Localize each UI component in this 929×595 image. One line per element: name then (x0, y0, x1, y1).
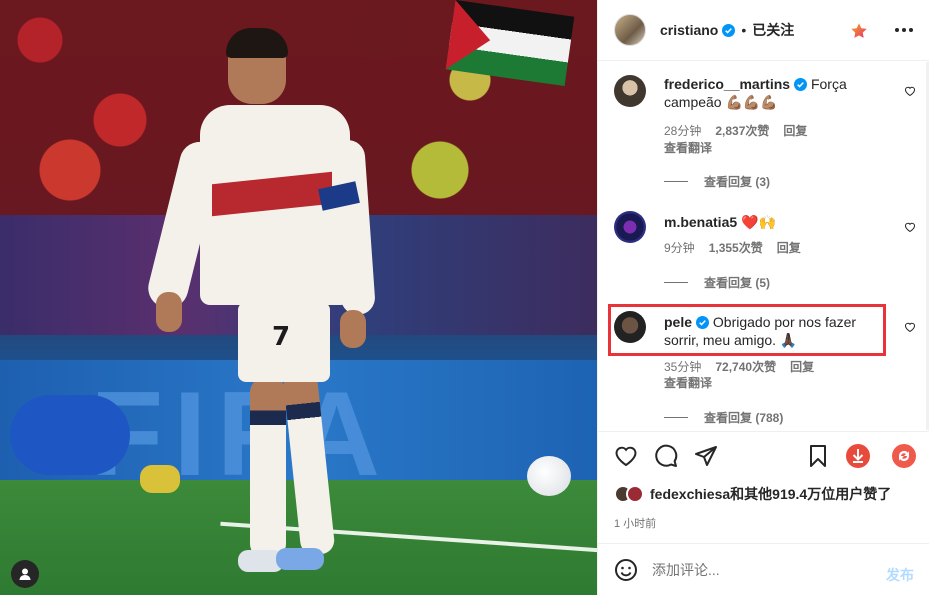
reply-button[interactable]: 回复 (777, 241, 801, 255)
commenter-avatar[interactable] (614, 211, 646, 243)
view-replies-label: 查看回复 (3) (704, 175, 771, 189)
likes-text: fedexchiesa和其他919.4万位用户赞了 (650, 486, 892, 502)
comment-meta: 28分钟 2,837次赞 回复 (664, 122, 821, 139)
translate-button[interactable]: 查看翻译 (664, 374, 712, 391)
comment-list[interactable]: frederico__martins Força campeão 💪🏽💪🏽💪🏽 … (598, 62, 929, 430)
star-icon[interactable] (850, 22, 868, 40)
post-photo[interactable]: FIFA 7 (0, 0, 597, 595)
comment-like-icon[interactable] (904, 321, 916, 333)
view-replies-label: 查看回复 (5) (704, 276, 771, 290)
translate-button[interactable]: 查看翻译 (664, 139, 712, 156)
download-icon[interactable] (846, 444, 870, 468)
author-avatar[interactable] (614, 14, 646, 46)
post-viewer: FIFA 7 cristiano • 已关注 frederico__martin… (0, 0, 929, 595)
comment-time: 28分钟 (664, 124, 702, 138)
comment-likes[interactable]: 2,837次赞 (715, 124, 769, 138)
comment-likes[interactable]: 72,740次赞 (715, 360, 776, 374)
view-replies-button[interactable]: 查看回复 (3) (664, 173, 770, 190)
author-username[interactable]: cristiano (660, 22, 718, 38)
post-timestamp: 1 小时前 (614, 518, 657, 530)
follow-status-button[interactable]: 已关注 (752, 20, 794, 40)
reply-line (664, 417, 688, 418)
comment-text-block: m.benatia5 ❤️🙌 (664, 213, 894, 231)
football (527, 456, 571, 496)
add-comment-bar: 发布 (598, 543, 929, 595)
comment-meta: 9分钟 1,355次赞 回复 (664, 239, 815, 256)
view-replies-label: 查看回复 (788) (704, 411, 784, 425)
share-icon[interactable] (694, 444, 718, 468)
more-icon[interactable] (894, 27, 914, 33)
commenter-avatar[interactable] (614, 75, 646, 107)
player-figure: 7 (144, 28, 380, 580)
repost-icon[interactable] (892, 444, 916, 468)
view-replies-button[interactable]: 查看回复 (5) (664, 274, 770, 291)
reply-button[interactable]: 回复 (790, 360, 814, 374)
reply-line (664, 181, 688, 182)
comment-text: ❤️🙌 (741, 214, 776, 230)
commenter-username[interactable]: frederico__martins (664, 76, 790, 92)
reply-line (664, 282, 688, 283)
comment-time: 35分钟 (664, 360, 702, 374)
post-header: cristiano • 已关注 (598, 0, 929, 61)
commenter-username[interactable]: m.benatia5 (664, 214, 737, 230)
verified-icon (722, 23, 736, 37)
post-comment-button[interactable]: 发布 (886, 565, 914, 585)
separator-dot: • (741, 22, 747, 38)
comment-input[interactable] (652, 561, 872, 578)
heart-icon[interactable] (614, 444, 638, 468)
comment-icon[interactable] (654, 444, 678, 468)
bookmark-icon[interactable] (806, 444, 830, 468)
post-sidebar: cristiano • 已关注 frederico__martins Força… (597, 0, 929, 595)
view-replies-button[interactable]: 查看回复 (788) (664, 409, 783, 426)
comment-meta: 35分钟 72,740次赞 回复 (664, 358, 828, 375)
emoji-icon[interactable] (614, 558, 638, 582)
user-tag-icon[interactable] (11, 560, 39, 588)
action-bar (598, 431, 929, 479)
comment-time: 9分钟 (664, 241, 695, 255)
comment-like-icon[interactable] (904, 85, 916, 97)
comment-text-block: frederico__martins Força campeão 💪🏽💪🏽💪🏽 (664, 75, 894, 111)
liker-avatar (626, 485, 644, 503)
comment-like-icon[interactable] (904, 221, 916, 233)
highlight-box (608, 304, 886, 356)
verified-icon (794, 78, 808, 91)
reply-button[interactable]: 回复 (783, 124, 807, 138)
comment-likes[interactable]: 1,355次赞 (709, 241, 763, 255)
likes-summary[interactable]: fedexchiesa和其他919.4万位用户赞了 (614, 484, 924, 504)
